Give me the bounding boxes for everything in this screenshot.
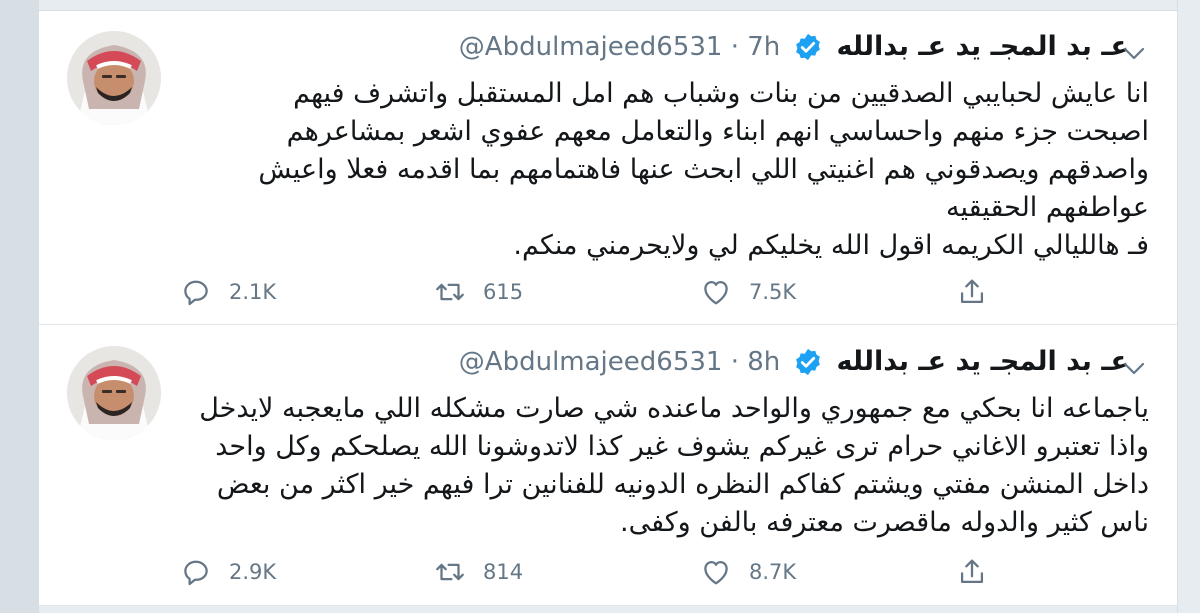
tweet[interactable]: عـ بد المجـ يد عـ بدالله @Abdulmajeed653… <box>39 11 1177 325</box>
tweet-header: عـ بد المجـ يد عـ بدالله @Abdulmajeed653… <box>39 31 1129 71</box>
like-count: 7.5K <box>749 280 797 304</box>
tweet-text-line: عواطفهم الحقيقيه <box>946 192 1149 223</box>
author-name[interactable]: عـ بد المجـ يد عـ بدالله <box>828 346 1129 377</box>
author-handle[interactable]: @Abdulmajeed6531 · 7h <box>459 32 780 62</box>
share-button[interactable] <box>955 274 1005 310</box>
reply-icon <box>184 560 208 586</box>
like-icon <box>704 560 728 585</box>
timeline: عـ بد المجـ يد عـ بدالله @Abdulmajeed653… <box>38 0 1178 613</box>
timeline-gap <box>39 0 1177 11</box>
verified-icon <box>796 348 821 375</box>
tweet-actions: 2.9K 814 8.7K <box>179 554 999 590</box>
tweet-text: انا عايش لحبايبي الصدقيين من بنات وشباب … <box>179 75 1149 265</box>
retweet-button[interactable]: 814 <box>433 554 523 590</box>
reply-count: 2.1K <box>229 280 277 304</box>
tweet[interactable]: عـ بد المجـ يد عـ بدالله @Abdulmajeed653… <box>39 326 1177 606</box>
like-count: 8.7K <box>749 560 797 584</box>
tweet-text-line: واذا تعتبرو الاغاني حرام ترى غيركم يشوف … <box>215 431 1149 462</box>
tweet-text-line: اصبحت جزء منهم واحساسي انهم ابناء والتعا… <box>286 116 1149 147</box>
like-button[interactable]: 8.7K <box>699 554 796 590</box>
page: عـ بد المجـ يد عـ بدالله @Abdulmajeed653… <box>0 0 1200 613</box>
retweet-count: 814 <box>483 560 524 584</box>
author-name[interactable]: عـ بد المجـ يد عـ بدالله <box>828 31 1129 62</box>
chevron-down-icon[interactable] <box>1123 362 1145 376</box>
like-button[interactable]: 7.5K <box>699 274 796 310</box>
tweet-actions: 2.1K 615 7.5K <box>179 274 999 310</box>
retweet-button[interactable]: 615 <box>433 274 523 310</box>
tweet-text-line: واصدقهم ويصدقوني هم اغنيتي اللي ابحث عنه… <box>258 154 1149 185</box>
tweet-text: ياجماعه انا بحكي مع جمهوري والواحد ماعند… <box>179 390 1149 542</box>
tweet-text-line: ياجماعه انا بحكي مع جمهوري والواحد ماعند… <box>199 393 1149 424</box>
left-gutter <box>0 0 38 613</box>
tweet-time[interactable]: · 7h <box>731 32 781 62</box>
retweet-icon <box>436 563 464 581</box>
author-handle[interactable]: @Abdulmajeed6531 · 8h <box>459 347 780 377</box>
like-icon <box>704 280 728 305</box>
reply-button[interactable]: 2.1K <box>179 274 276 310</box>
reply-button[interactable]: 2.9K <box>179 554 276 590</box>
tweet-text-line: ناس كثير والدوله ماقصرت معترفه بالفن وكف… <box>620 507 1149 538</box>
reply-count: 2.9K <box>229 560 277 584</box>
share-button[interactable] <box>955 554 1005 590</box>
tweet-text-line: داخل المنشن مفتي ويشتم كفاكم النظره الدو… <box>216 469 1149 500</box>
reply-icon <box>184 280 208 306</box>
verified-icon <box>796 33 821 60</box>
retweet-count: 615 <box>483 280 524 304</box>
timeline-gap <box>39 606 1177 613</box>
tweet-header: عـ بد المجـ يد عـ بدالله @Abdulmajeed653… <box>39 346 1129 386</box>
tweet-text-line: فـ هالليالي الكريمه اقول الله يخليكم لي … <box>513 230 1149 261</box>
right-gutter <box>1178 0 1200 613</box>
tweet-text-line: انا عايش لحبايبي الصدقيين من بنات وشباب … <box>293 78 1149 109</box>
share-icon <box>960 279 984 304</box>
retweet-icon <box>436 283 464 301</box>
chevron-down-icon[interactable] <box>1123 47 1145 61</box>
tweet-time[interactable]: · 8h <box>731 347 781 377</box>
share-icon <box>960 559 984 584</box>
